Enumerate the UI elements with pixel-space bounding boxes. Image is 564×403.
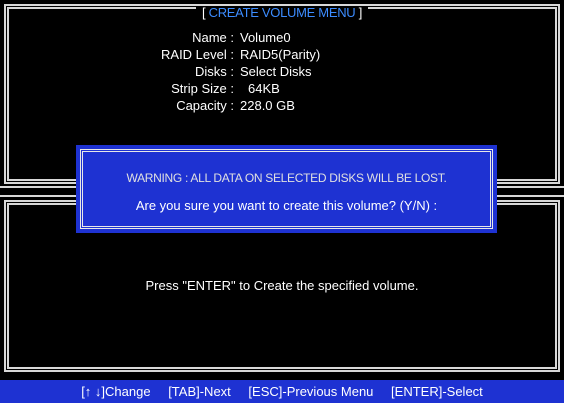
field-raid-level-value[interactable]: RAID5(Parity) [240, 47, 320, 63]
key-help-bar: [↑ ↓]Change [TAB]-Next [ESC]-Previous Me… [0, 380, 564, 403]
field-name-value[interactable]: Volume0 [240, 30, 291, 46]
footer-select: [ENTER]-Select [391, 384, 483, 399]
field-name-label: Name : [192, 30, 234, 45]
warning-dialog [76, 145, 497, 233]
warning-dialog-border [80, 149, 493, 229]
title-bracket-close: ] [358, 5, 363, 20]
field-strip-size-value[interactable]: 64KB [248, 81, 280, 97]
confirm-prompt[interactable]: Are you sure you want to create this vol… [76, 198, 497, 213]
warning-text: WARNING : ALL DATA ON SELECTED DISKS WIL… [126, 171, 447, 185]
field-raid-level[interactable]: RAID Level : RAID5(Parity) [0, 47, 564, 63]
footer-previous: [ESC]-Previous Menu [248, 384, 374, 399]
field-name[interactable]: Name : Volume0 [0, 30, 564, 46]
field-capacity-value: 228.0 GB [240, 98, 295, 113]
menu-title-wrap: [ CREATE VOLUME MENU ] [0, 4, 564, 22]
help-text: Press "ENTER" to Create the specified vo… [145, 278, 419, 293]
menu-title: [ CREATE VOLUME MENU ] [195, 5, 369, 20]
menu-title-text: CREATE VOLUME MENU [208, 5, 356, 20]
field-strip-size[interactable]: Strip Size : 64KB [0, 81, 564, 97]
footer-change: [↑ ↓]Change [81, 384, 151, 399]
field-disks-label: Disks : [195, 64, 234, 79]
field-capacity-label: Capacity : [176, 98, 234, 113]
field-capacity[interactable]: Capacity : 228.0 GB [0, 98, 564, 114]
field-strip-size-label: Strip Size : [171, 81, 234, 96]
field-disks[interactable]: Disks : Select Disks [0, 64, 564, 80]
footer-next: [TAB]-Next [168, 384, 231, 399]
title-bracket-open: [ [201, 5, 206, 20]
field-raid-level-label: RAID Level : [161, 47, 234, 62]
field-disks-value[interactable]: Select Disks [240, 64, 312, 80]
